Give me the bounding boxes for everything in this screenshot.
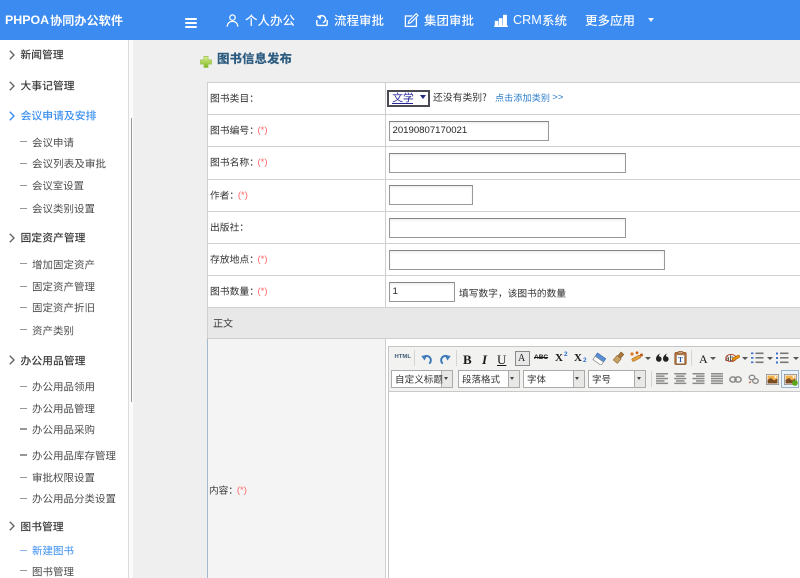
svg-text:T: T [678, 355, 683, 364]
